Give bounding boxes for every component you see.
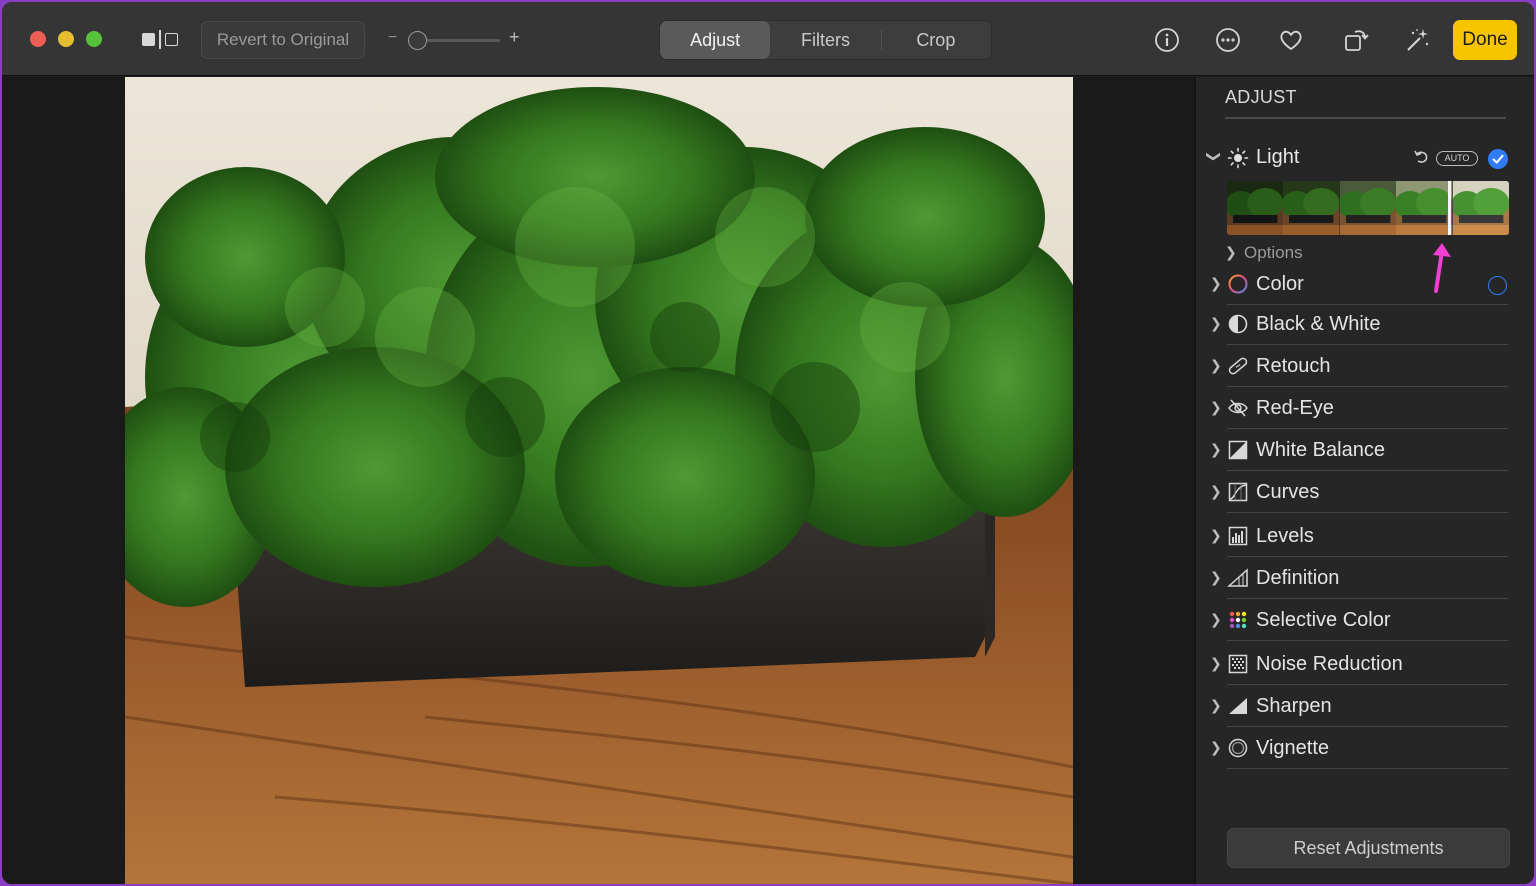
zoom-out-icon[interactable]: −: [388, 29, 397, 47]
tab-adjust[interactable]: Adjust: [660, 21, 771, 59]
edit-mode-segmented-control: Adjust Filters Crop: [659, 20, 992, 60]
auto-button[interactable]: AUTO: [1436, 151, 1478, 166]
tab-crop[interactable]: Crop: [880, 21, 991, 59]
filmstrip-frame: [1227, 181, 1284, 235]
selective-color-dots-icon: [1227, 609, 1249, 631]
adjustment-curves[interactable]: ❯ Curves: [1196, 471, 1534, 513]
light-enabled-checkmark[interactable]: [1488, 149, 1508, 169]
chevron-right-icon[interactable]: ❯: [1210, 441, 1222, 458]
compare-toggle-button[interactable]: [140, 28, 180, 50]
color-enable-toggle[interactable]: [1488, 276, 1507, 295]
adjustment-definition[interactable]: ❯ Definition: [1196, 557, 1534, 599]
vignette-icon: [1227, 737, 1249, 759]
filmstrip-frame: [1283, 181, 1340, 235]
white-balance-icon: [1227, 439, 1249, 461]
chevron-right-icon[interactable]: ❯: [1210, 399, 1222, 416]
divider: [1227, 512, 1508, 513]
adjustment-label: Levels: [1256, 525, 1314, 547]
chevron-right-icon[interactable]: ❯: [1225, 244, 1237, 261]
revert-to-original-button[interactable]: Revert to Original: [201, 21, 365, 59]
adjustment-label: Noise Reduction: [1256, 653, 1403, 675]
half-circle-icon: [1227, 313, 1249, 335]
adjustment-vignette[interactable]: ❯ Vignette: [1196, 727, 1534, 769]
sidebar-title: ADJUST: [1225, 87, 1297, 107]
adjustment-label: Selective Color: [1256, 609, 1391, 631]
title-divider: [1225, 117, 1506, 119]
adjustment-red-eye[interactable]: ❯ Red-Eye: [1196, 387, 1534, 429]
divider: [1227, 768, 1508, 769]
chevron-right-icon[interactable]: ❯: [1210, 569, 1222, 586]
zoom-in-icon[interactable]: +: [509, 27, 520, 48]
chevron-down-icon[interactable]: ❯: [1205, 151, 1222, 163]
eye-slash-icon: [1227, 397, 1249, 419]
chevron-right-icon[interactable]: ❯: [1210, 527, 1222, 544]
adjustment-selective-color[interactable]: ❯ Selective Color: [1196, 599, 1534, 641]
reset-adjustments-button[interactable]: Reset Adjustments: [1227, 828, 1510, 868]
chevron-right-icon[interactable]: ❯: [1210, 275, 1222, 292]
adjust-sidebar: ADJUST ❯ Light AUTO ❯ Options ❯ Color ❯ …: [1195, 77, 1534, 884]
photo-canvas: [2, 77, 1195, 884]
color-circle-icon: [1227, 273, 1249, 295]
light-label: Light: [1256, 146, 1300, 168]
more-icon[interactable]: [1212, 24, 1244, 56]
definition-triangle-icon: [1227, 567, 1249, 589]
moss-planter-image: [125, 77, 1073, 884]
adjustment-label: Black & White: [1256, 313, 1381, 335]
adjustment-noise-reduction[interactable]: ❯ Noise Reduction: [1196, 643, 1534, 685]
chevron-right-icon[interactable]: ❯: [1210, 483, 1222, 500]
adjustment-label: Definition: [1256, 567, 1340, 589]
filmstrip-handle[interactable]: [1448, 181, 1451, 235]
rotate-icon[interactable]: [1340, 24, 1372, 56]
photos-edit-window: Revert to Original − + Adjust Filters Cr…: [2, 2, 1534, 884]
chevron-right-icon[interactable]: ❯: [1210, 697, 1222, 714]
adjustment-label: Color: [1256, 273, 1304, 295]
divider-icon: [159, 30, 161, 49]
adjustment-label: Red-Eye: [1256, 397, 1334, 419]
chevron-right-icon[interactable]: ❯: [1210, 315, 1222, 332]
adjustment-retouch[interactable]: ❯ Retouch: [1196, 345, 1534, 387]
adjustment-label: Curves: [1256, 481, 1320, 503]
adjustment-levels[interactable]: ❯ Levels: [1196, 515, 1534, 557]
adjustment-label: Vignette: [1256, 737, 1330, 759]
sun-icon: [1227, 147, 1249, 169]
toolbar: Revert to Original − + Adjust Filters Cr…: [2, 2, 1534, 76]
adjustment-black-white[interactable]: ❯ Black & White: [1196, 303, 1534, 345]
info-icon[interactable]: [1151, 24, 1183, 56]
moss-planter-photo[interactable]: [125, 77, 1073, 884]
chevron-right-icon[interactable]: ❯: [1210, 357, 1222, 374]
light-adjustment-row[interactable]: ❯ Light AUTO: [1196, 143, 1534, 173]
favorite-heart-icon[interactable]: [1275, 24, 1307, 56]
adjustment-white-balance[interactable]: ❯ White Balance: [1196, 429, 1534, 471]
after-square-icon: [165, 33, 178, 46]
filmstrip-frame: [1396, 181, 1453, 235]
curves-icon: [1227, 481, 1249, 503]
close-window-button[interactable]: [30, 31, 46, 47]
before-square-icon: [142, 33, 155, 46]
done-button[interactable]: Done: [1453, 20, 1517, 60]
bandage-icon: [1227, 355, 1249, 377]
adjustment-color[interactable]: ❯ Color: [1196, 263, 1534, 305]
tab-filters[interactable]: Filters: [770, 21, 880, 59]
adjustment-sharpen[interactable]: ❯ Sharpen: [1196, 685, 1534, 727]
adjustment-label: White Balance: [1256, 439, 1385, 461]
divider: [1227, 640, 1508, 641]
sharpen-icon: [1227, 695, 1249, 717]
levels-icon: [1227, 525, 1249, 547]
chevron-right-icon[interactable]: ❯: [1210, 611, 1222, 628]
zoom-window-button[interactable]: [86, 31, 102, 47]
filmstrip-frame: [1452, 181, 1509, 235]
noise-reduction-icon: [1227, 653, 1249, 675]
zoom-slider-knob[interactable]: [408, 31, 427, 50]
adjustment-label: Retouch: [1256, 355, 1331, 377]
filmstrip-frame: [1339, 181, 1397, 235]
adjustment-label: Sharpen: [1256, 695, 1332, 717]
undo-icon[interactable]: [1412, 148, 1430, 166]
chevron-right-icon[interactable]: ❯: [1210, 655, 1222, 672]
options-label: Options: [1244, 243, 1303, 262]
chevron-right-icon[interactable]: ❯: [1210, 739, 1222, 756]
auto-enhance-magic-wand-icon[interactable]: [1401, 24, 1433, 56]
light-filmstrip-slider[interactable]: [1227, 181, 1509, 235]
minimize-window-button[interactable]: [58, 31, 74, 47]
